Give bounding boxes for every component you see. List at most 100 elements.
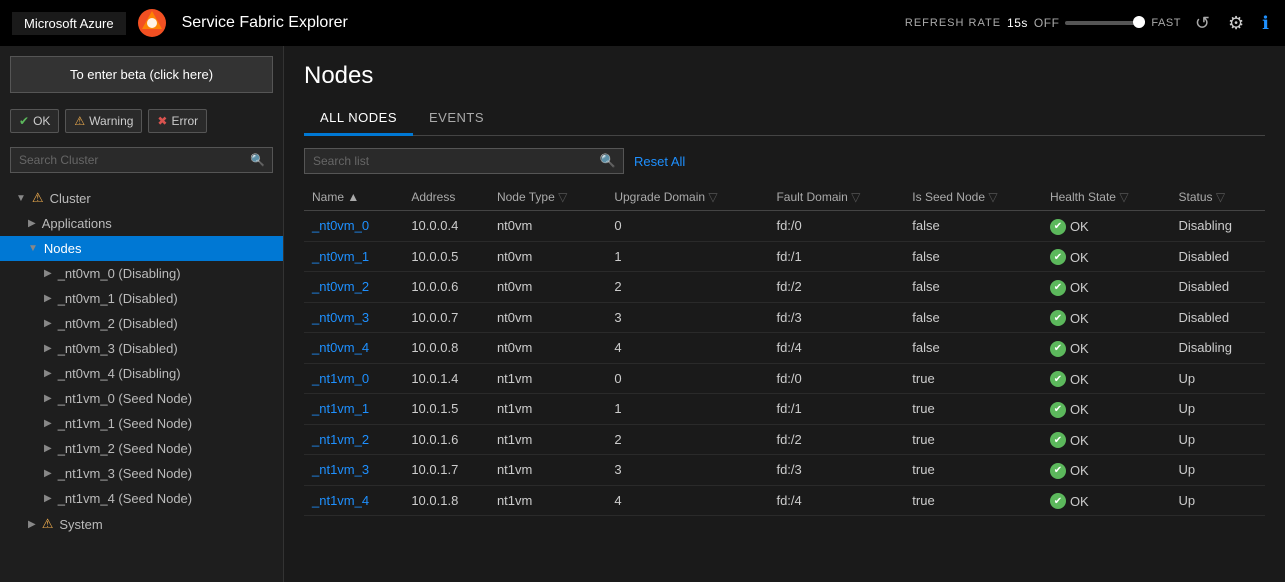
beta-banner[interactable]: To enter beta (click here) xyxy=(10,56,273,93)
nav-item-6[interactable]: ▶_nt0vm_3 (Disabled) xyxy=(0,336,283,361)
nav-item-0[interactable]: ▼⚠Cluster xyxy=(0,185,283,211)
slider-track xyxy=(1065,21,1145,25)
table-row[interactable]: _nt1vm_010.0.1.4nt1vm0fd:/0true✔ OKUp xyxy=(304,363,1265,394)
cell-upgrade-domain: 2 xyxy=(606,424,768,455)
nav-item-10[interactable]: ▶_nt1vm_2 (Seed Node) xyxy=(0,436,283,461)
nav-item-label: _nt0vm_2 (Disabled) xyxy=(58,316,178,331)
nav-caret-icon: ▶ xyxy=(28,218,36,229)
cell-is-seed-node: true xyxy=(904,455,1042,486)
tab-all-nodes[interactable]: ALL NODES xyxy=(304,102,413,136)
cell-health-state: ✔ OK xyxy=(1042,485,1171,516)
refresh-slider[interactable] xyxy=(1065,21,1145,25)
nav-item-4[interactable]: ▶ _nt0vm_1 (Disabled) xyxy=(0,286,283,311)
nav-caret-icon: ▶ xyxy=(44,493,52,504)
cell-name[interactable]: _nt0vm_3 xyxy=(304,302,403,333)
ok-circle-icon: ✔ xyxy=(1050,341,1066,357)
col-is-seed-node[interactable]: Is Seed Node ▽ xyxy=(904,184,1042,211)
nav-item-label: _nt0vm_1 (Disabled) xyxy=(58,291,178,306)
nav-item-9[interactable]: ▶_nt1vm_1 (Seed Node) xyxy=(0,411,283,436)
warning-icon: ⚠ xyxy=(74,114,85,128)
cell-name[interactable]: _nt1vm_3 xyxy=(304,455,403,486)
warning-label: Warning xyxy=(89,114,133,128)
nav-item-3[interactable]: ▶_nt0vm_0 (Disabling) xyxy=(0,261,283,286)
cell-name[interactable]: _nt0vm_2 xyxy=(304,272,403,303)
nav-item-1[interactable]: ▶Applications xyxy=(0,211,283,236)
cell-status: Disabled xyxy=(1171,302,1265,333)
cell-node-type: nt0vm xyxy=(489,272,606,303)
tab-events[interactable]: EVENTS xyxy=(413,102,500,136)
nodes-table: Name ▲AddressNode Type ▽Upgrade Domain ▽… xyxy=(304,184,1265,516)
cell-node-type: nt0vm xyxy=(489,241,606,272)
cell-upgrade-domain: 3 xyxy=(606,455,768,486)
cell-health-state: ✔ OK xyxy=(1042,424,1171,455)
table-row[interactable]: _nt1vm_310.0.1.7nt1vm3fd:/3true✔ OKUp xyxy=(304,455,1265,486)
filter-icon: ▽ xyxy=(1216,190,1225,204)
status-bar: ✔ OK ⚠ Warning ✖ Error xyxy=(0,103,283,139)
nav-item-label: System xyxy=(59,517,102,532)
nav-item-8[interactable]: ▶_nt1vm_0 (Seed Node) xyxy=(0,386,283,411)
cell-upgrade-domain: 4 xyxy=(606,333,768,364)
settings-button[interactable]: ⚙ xyxy=(1224,9,1248,38)
nav-item-label: _nt1vm_4 (Seed Node) xyxy=(58,491,192,506)
info-button[interactable]: ℹ xyxy=(1258,9,1273,38)
nav-item-label: _nt1vm_2 (Seed Node) xyxy=(58,441,192,456)
cell-fault-domain: fd:/3 xyxy=(768,455,904,486)
col-upgrade-domain[interactable]: Upgrade Domain ▽ xyxy=(606,184,768,211)
nav-caret-icon: ▶ xyxy=(44,293,52,304)
reset-all-button[interactable]: Reset All xyxy=(634,154,685,169)
table-row[interactable]: _nt0vm_210.0.0.6nt0vm2fd:/2false✔ OKDisa… xyxy=(304,272,1265,303)
col-status[interactable]: Status ▽ xyxy=(1171,184,1265,211)
cell-fault-domain: fd:/3 xyxy=(768,302,904,333)
ok-circle-icon: ✔ xyxy=(1050,402,1066,418)
status-error-button[interactable]: ✖ Error xyxy=(148,109,207,133)
cell-name[interactable]: _nt0vm_0 xyxy=(304,211,403,242)
cell-address: 10.0.1.5 xyxy=(403,394,489,425)
cell-status: Up xyxy=(1171,394,1265,425)
col-address[interactable]: Address xyxy=(403,184,489,211)
table-row[interactable]: _nt0vm_310.0.0.7nt0vm3fd:/3false✔ OKDisa… xyxy=(304,302,1265,333)
col-node-type[interactable]: Node Type ▽ xyxy=(489,184,606,211)
cell-name[interactable]: _nt1vm_1 xyxy=(304,394,403,425)
cell-is-seed-node: true xyxy=(904,424,1042,455)
cell-upgrade-domain: 3 xyxy=(606,302,768,333)
table-row[interactable]: _nt1vm_210.0.1.6nt1vm2fd:/2true✔ OKUp xyxy=(304,424,1265,455)
cell-is-seed-node: true xyxy=(904,394,1042,425)
nav-item-label: _nt1vm_3 (Seed Node) xyxy=(58,466,192,481)
col-health-state[interactable]: Health State ▽ xyxy=(1042,184,1171,211)
cell-name[interactable]: _nt0vm_1 xyxy=(304,241,403,272)
table-row[interactable]: _nt1vm_110.0.1.5nt1vm1fd:/1true✔ OKUp xyxy=(304,394,1265,425)
cell-node-type: nt1vm xyxy=(489,485,606,516)
table-row[interactable]: _nt0vm_110.0.0.5nt0vm1fd:/1false✔ OKDisa… xyxy=(304,241,1265,272)
col-fault-domain[interactable]: Fault Domain ▽ xyxy=(768,184,904,211)
table-row[interactable]: _nt0vm_410.0.0.8nt0vm4fd:/4false✔ OKDisa… xyxy=(304,333,1265,364)
nav-item-12[interactable]: ▶ _nt1vm_4 (Seed Node) xyxy=(0,486,283,511)
nav-item-label: Cluster xyxy=(50,191,91,206)
refresh-button[interactable]: ↺ xyxy=(1191,9,1214,38)
cell-status: Disabled xyxy=(1171,241,1265,272)
nav-item-2[interactable]: ▼Nodes xyxy=(0,236,283,261)
cell-upgrade-domain: 2 xyxy=(606,272,768,303)
cell-name[interactable]: _nt1vm_2 xyxy=(304,424,403,455)
cell-name[interactable]: _nt0vm_4 xyxy=(304,333,403,364)
search-cluster-input[interactable] xyxy=(10,147,273,173)
nav-item-7[interactable]: ▶_nt0vm_4 (Disabling) xyxy=(0,361,283,386)
tabs-container: ALL NODESEVENTS xyxy=(304,102,1265,136)
nav-item-5[interactable]: ▶_nt0vm_2 (Disabled) xyxy=(0,311,283,336)
nav-item-13[interactable]: ▶⚠System xyxy=(0,511,283,537)
cell-name[interactable]: _nt1vm_0 xyxy=(304,363,403,394)
brand-label[interactable]: Microsoft Azure xyxy=(12,12,126,35)
status-warning-button[interactable]: ⚠ Warning xyxy=(65,109,142,133)
col-name[interactable]: Name ▲ xyxy=(304,184,403,211)
search-list-input[interactable] xyxy=(304,148,624,174)
table-row[interactable]: _nt1vm_410.0.1.8nt1vm4fd:/4true✔ OKUp xyxy=(304,485,1265,516)
table-row[interactable]: _nt0vm_010.0.0.4nt0vm0fd:/0false✔ OKDisa… xyxy=(304,211,1265,242)
cell-node-type: nt0vm xyxy=(489,302,606,333)
nav-item-label: _nt0vm_0 (Disabling) xyxy=(58,266,181,281)
cell-name[interactable]: _nt1vm_4 xyxy=(304,485,403,516)
warn-icon: ⚠ xyxy=(32,190,44,206)
nav-item-11[interactable]: ▶_nt1vm_3 (Seed Node) xyxy=(0,461,283,486)
cell-health-state: ✔ OK xyxy=(1042,211,1171,242)
main-layout: To enter beta (click here) ✔ OK ⚠ Warnin… xyxy=(0,46,1285,582)
status-ok-button[interactable]: ✔ OK xyxy=(10,109,59,133)
slider-thumb xyxy=(1133,16,1145,28)
